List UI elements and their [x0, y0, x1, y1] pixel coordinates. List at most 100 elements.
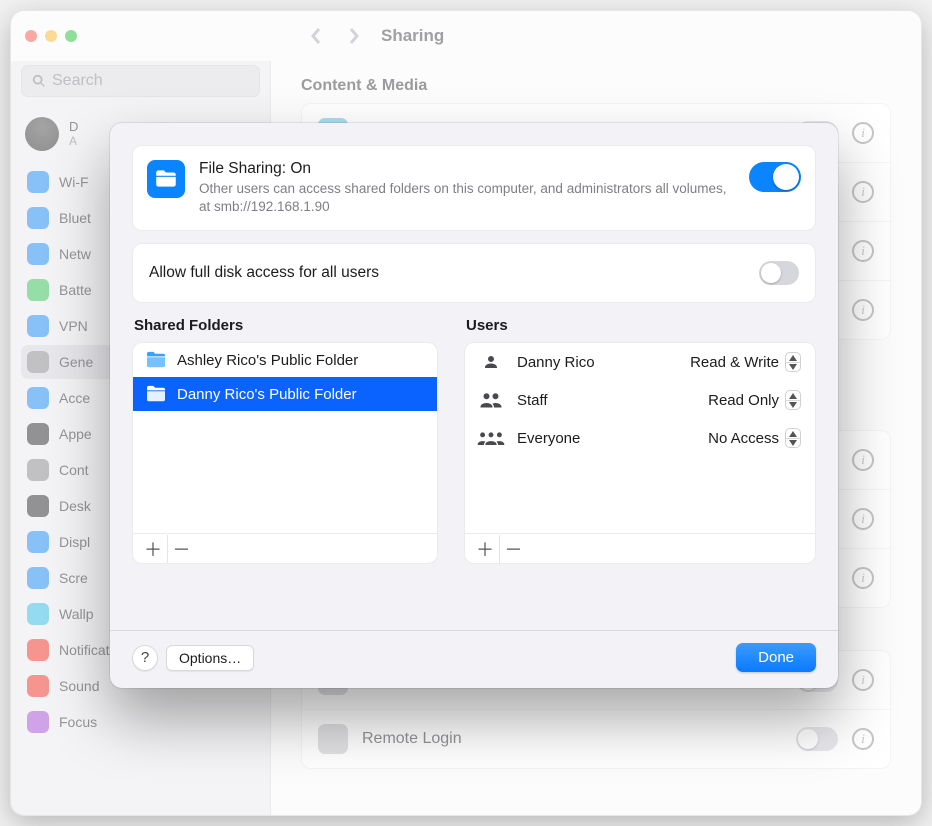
traffic-lights[interactable]: [25, 30, 77, 42]
permission-value: No Access: [708, 430, 779, 447]
stepper-icon: [785, 390, 801, 410]
sidebar-item-icon: [27, 243, 49, 265]
user-name: Everyone: [517, 430, 692, 447]
page-title: Sharing: [381, 26, 444, 46]
remove-folder-button[interactable]: －: [167, 535, 195, 563]
info-icon[interactable]: i: [852, 669, 874, 691]
file-sharing-toggle[interactable]: [749, 162, 801, 192]
sidebar-item-label: Gene: [59, 354, 93, 370]
info-icon[interactable]: i: [852, 122, 874, 144]
sidebar-item-label: Sound: [59, 678, 99, 694]
sidebar-item-icon: [27, 171, 49, 193]
folder-name: Ashley Rico's Public Folder: [177, 352, 358, 369]
permission-select[interactable]: Read Only: [704, 388, 805, 412]
permission-value: Read & Write: [690, 354, 779, 371]
sidebar-item-icon: [27, 351, 49, 373]
info-icon[interactable]: i: [852, 508, 874, 530]
user-line2: A: [69, 135, 78, 148]
user-icon: [477, 353, 505, 371]
user-row: Danny Rico Read & Write: [465, 343, 815, 381]
sidebar-item-icon: [27, 531, 49, 553]
user-name: Staff: [517, 392, 692, 409]
shared-folder-item[interactable]: Danny Rico's Public Folder: [133, 377, 437, 411]
stepper-icon: [785, 352, 801, 372]
sidebar-item-icon: [27, 315, 49, 337]
permission-select[interactable]: Read & Write: [686, 350, 805, 374]
sidebar-item-label: Desk: [59, 498, 91, 514]
file-sharing-subtitle: Other users can access shared folders on…: [199, 180, 735, 216]
sidebar-item-icon: [27, 567, 49, 589]
sidebar-item-label: Netw: [59, 246, 91, 262]
back-button[interactable]: [305, 25, 327, 47]
sidebar-item-label: Wallp: [59, 606, 94, 622]
search-placeholder: Search: [52, 72, 103, 90]
app-icon: [318, 724, 348, 754]
shared-folders-header: Shared Folders: [132, 317, 438, 334]
info-icon[interactable]: i: [852, 567, 874, 589]
file-sharing-title: File Sharing: On: [199, 160, 735, 178]
sidebar-item-icon: [27, 603, 49, 625]
sidebar-item-icon: [27, 459, 49, 481]
close-window-icon[interactable]: [25, 30, 37, 42]
info-icon[interactable]: i: [852, 240, 874, 262]
sidebar-item-label: Scre: [59, 570, 88, 586]
users-header: Users: [464, 317, 816, 334]
user-line1: D: [69, 120, 78, 134]
sidebar-item-label: Batte: [59, 282, 92, 298]
help-button[interactable]: ?: [132, 645, 158, 671]
sidebar-item-icon: [27, 207, 49, 229]
full-disk-card: Allow full disk access for all users: [132, 243, 816, 303]
minimize-window-icon[interactable]: [45, 30, 57, 42]
folder-icon: [145, 385, 167, 403]
info-icon[interactable]: i: [852, 181, 874, 203]
shared-folder-item[interactable]: Ashley Rico's Public Folder: [133, 343, 437, 377]
user-row: Staff Read Only: [465, 381, 815, 419]
info-icon[interactable]: i: [852, 299, 874, 321]
remove-user-button[interactable]: －: [499, 535, 527, 563]
sidebar-item-label: Appe: [59, 426, 92, 442]
zoom-window-icon[interactable]: [65, 30, 77, 42]
user-icon: [477, 429, 505, 447]
sidebar-item[interactable]: Focus: [21, 705, 260, 739]
sidebar-item-label: Acce: [59, 390, 90, 406]
file-sharing-sheet: File Sharing: On Other users can access …: [110, 123, 838, 688]
sidebar-item-label: Bluet: [59, 210, 91, 226]
section-content-media: Content & Media: [301, 77, 891, 95]
file-sharing-card: File Sharing: On Other users can access …: [132, 145, 816, 231]
sidebar-item-label: Wi-F: [59, 174, 89, 190]
info-icon[interactable]: i: [852, 449, 874, 471]
user-row: Everyone No Access: [465, 419, 815, 457]
file-sharing-icon: [147, 160, 185, 198]
full-disk-label: Allow full disk access for all users: [149, 264, 379, 282]
permission-select[interactable]: No Access: [704, 426, 805, 450]
sidebar-item-icon: [27, 279, 49, 301]
sidebar-item-icon: [27, 639, 49, 661]
stepper-icon: [785, 428, 801, 448]
sidebar-item-label: Displ: [59, 534, 90, 550]
toggle[interactable]: [796, 727, 838, 751]
done-button[interactable]: Done: [736, 643, 816, 672]
permission-value: Read Only: [708, 392, 779, 409]
sidebar-item-icon: [27, 423, 49, 445]
info-icon[interactable]: i: [852, 728, 874, 750]
sidebar-item-label: VPN: [59, 318, 88, 334]
sidebar-item-icon: [27, 675, 49, 697]
folder-name: Danny Rico's Public Folder: [177, 386, 357, 403]
shared-folders-list: Ashley Rico's Public Folder Danny Rico's …: [132, 342, 438, 564]
folder-icon: [145, 351, 167, 369]
sidebar-item-icon: [27, 387, 49, 409]
sidebar-item-label: Cont: [59, 462, 89, 478]
full-disk-toggle[interactable]: [759, 261, 799, 285]
user-name: Danny Rico: [517, 354, 674, 371]
sidebar-item-label: Focus: [59, 714, 97, 730]
search-icon: [32, 74, 46, 88]
add-user-button[interactable]: ＋: [471, 535, 499, 563]
forward-button[interactable]: [343, 25, 365, 47]
sidebar-item-icon: [27, 711, 49, 733]
users-list: Danny Rico Read & Write Staff Read Only …: [464, 342, 816, 564]
avatar: [25, 117, 59, 151]
sidebar-item-icon: [27, 495, 49, 517]
search-input[interactable]: Search: [21, 65, 260, 97]
options-button[interactable]: Options…: [166, 645, 254, 671]
add-folder-button[interactable]: ＋: [139, 535, 167, 563]
